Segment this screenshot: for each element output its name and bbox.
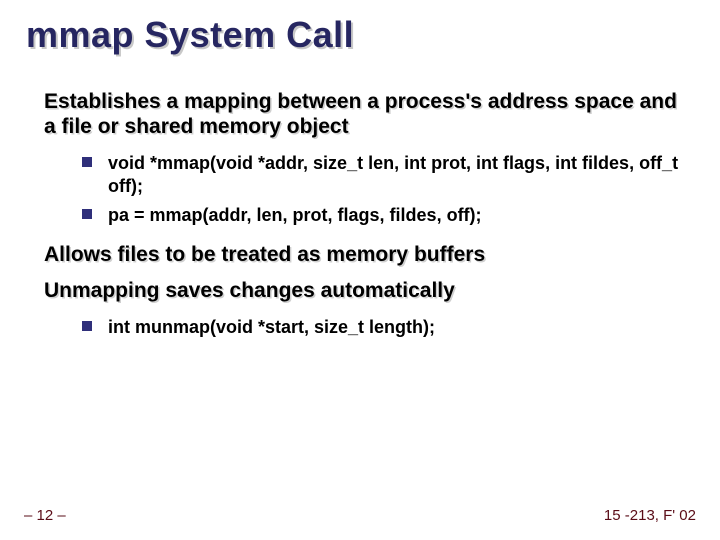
square-bullet-icon	[82, 209, 92, 219]
bullet-point: Establishes a mapping between a process'…	[26, 90, 694, 140]
sub-list: void *mmap(void *addr, size_t len, int p…	[82, 152, 694, 227]
bullet-point: Allows files to be treated as memory buf…	[26, 243, 694, 268]
slide-body: Establishes a mapping between a process'…	[26, 90, 694, 355]
sub-bullet: pa = mmap(addr, len, prot, flags, fildes…	[82, 204, 694, 227]
slide: mmap System Call Establishes a mapping b…	[0, 0, 720, 540]
sub-bullet: int munmap(void *start, size_t length);	[82, 316, 694, 339]
sub-bullet-text: int munmap(void *start, size_t length);	[108, 317, 435, 337]
footer-course-id: 15 -213, F' 02	[604, 507, 696, 524]
slide-title: mmap System Call	[26, 14, 354, 56]
sub-list: int munmap(void *start, size_t length);	[82, 316, 694, 339]
footer-page-number: – 12 –	[24, 507, 66, 524]
sub-bullet: void *mmap(void *addr, size_t len, int p…	[82, 152, 694, 198]
bullet-point: Unmapping saves changes automatically	[26, 279, 694, 304]
square-bullet-icon	[82, 157, 92, 167]
sub-bullet-text: pa = mmap(addr, len, prot, flags, fildes…	[108, 205, 482, 225]
square-bullet-icon	[82, 321, 92, 331]
sub-bullet-text: void *mmap(void *addr, size_t len, int p…	[108, 153, 678, 196]
